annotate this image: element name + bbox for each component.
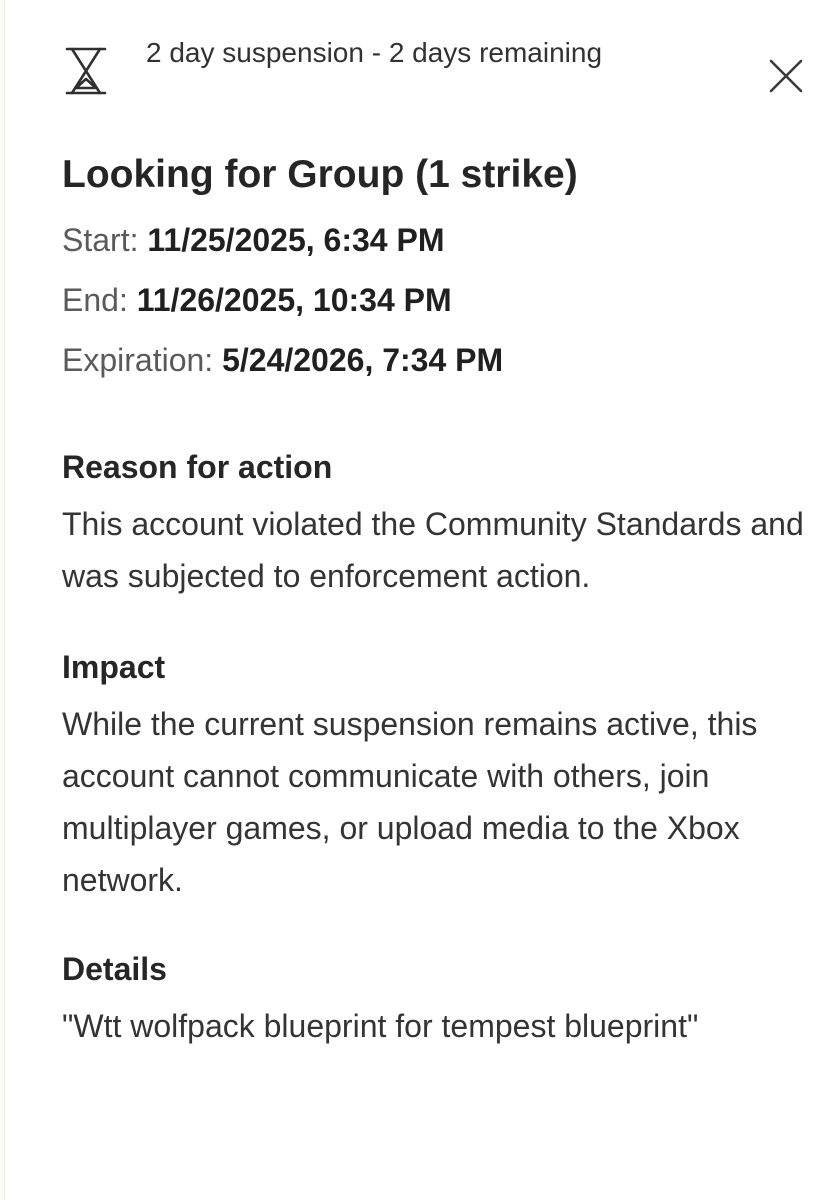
impact-section: Impact While the current suspension rema… [62,642,812,906]
end-row: End: 11/26/2025, 10:34 PM [62,270,812,330]
details-text: "Wtt wolfpack blueprint for tempest blue… [62,1008,699,1044]
expiration-value: 5/24/2026, 7:34 PM [222,342,504,378]
reason-heading: Reason for action [62,449,333,485]
close-icon [769,59,803,93]
expiration-label: Expiration: [62,342,214,378]
suspension-status-text: 2 day suspension - 2 days remaining [146,37,603,68]
start-label: Start: [62,222,139,258]
panel-left-edge [0,0,5,1200]
end-label: End: [62,282,128,318]
start-value: 11/25/2025, 6:34 PM [147,222,445,258]
impact-heading: Impact [62,649,166,685]
start-row: Start: 11/25/2025, 6:34 PM [62,210,812,270]
details-section: Details "Wtt wolfpack blueprint for temp… [62,944,812,1052]
panel-header: 2 day suspension - 2 days remaining [0,0,830,130]
impact-text: While the current suspension remains act… [62,706,758,898]
reason-section: Reason for action This account violated … [62,442,812,602]
reason-text: This account violated the Community Stan… [62,506,804,594]
page-title: Looking for Group (1 strike) [62,153,578,196]
details-heading: Details [62,951,167,987]
enforcement-details: Looking for Group (1 strike) Start: 11/2… [62,148,812,1052]
expiration-row: Expiration: 5/24/2026, 7:34 PM [62,330,812,390]
hourglass-icon [65,47,107,95]
close-button[interactable] [762,52,810,100]
end-value: 11/26/2025, 10:34 PM [136,282,452,318]
